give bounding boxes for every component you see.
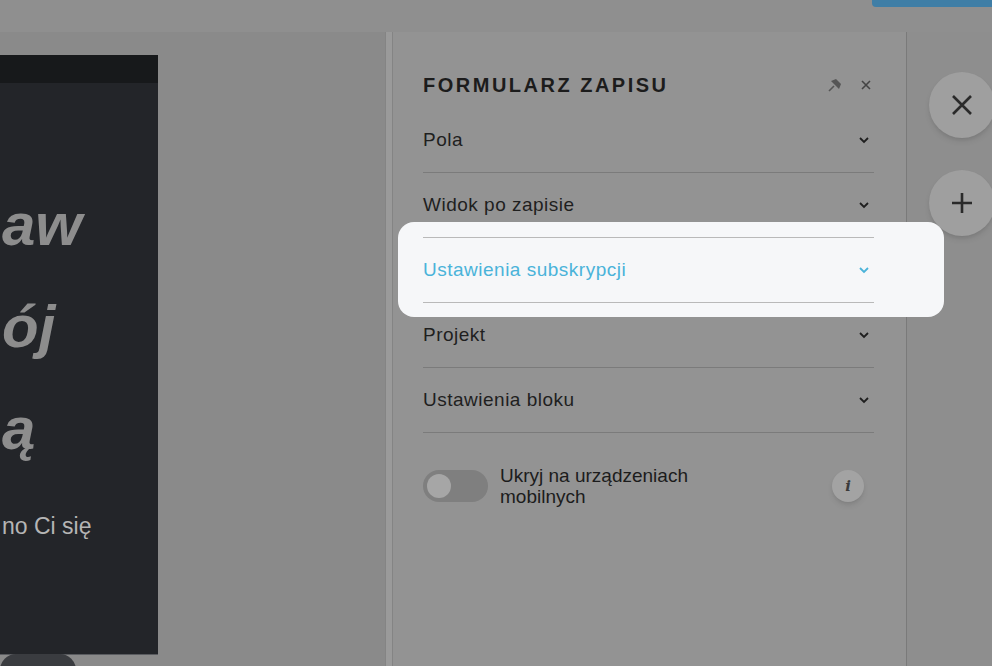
info-button[interactable]: i xyxy=(832,470,864,502)
toggle[interactable] xyxy=(423,470,488,502)
section-row[interactable]: Ustawienia subskrypcji xyxy=(423,237,874,303)
toggle-row: Ukryj na urządzeniach mobilnych i xyxy=(423,465,874,507)
hero-card[interactable]: aw ój ą no Ci się xyxy=(0,55,158,655)
cta-button[interactable] xyxy=(0,654,76,666)
chevron-icon xyxy=(858,396,870,404)
section-row[interactable]: Pola xyxy=(423,108,874,173)
close-icon xyxy=(860,79,872,91)
top-bar xyxy=(0,0,992,32)
publish-button[interactable] xyxy=(872,0,992,7)
settings-panel: FORMULARZ ZAPISUPolaWidok po zapisieUsta… xyxy=(393,32,906,666)
toggle-label: Ukryj na urządzeniach mobilnych xyxy=(500,465,750,507)
scrollbar[interactable] xyxy=(385,32,393,666)
plus-icon xyxy=(951,192,973,214)
pin-icon xyxy=(828,78,842,92)
heading-line: ą xyxy=(2,395,158,463)
section-row[interactable]: Ustawienia bloku xyxy=(423,368,874,433)
canvas: aw ój ą no Ci się xyxy=(0,32,385,666)
chevron-icon xyxy=(858,331,870,339)
highlight: Ustawienia subskrypcji xyxy=(398,222,944,317)
chevron-icon xyxy=(858,136,870,144)
panel-title: FORMULARZ ZAPISU xyxy=(423,70,669,100)
subtext: no Ci się xyxy=(0,511,158,541)
close-button[interactable] xyxy=(929,72,992,138)
heading-line: aw xyxy=(2,191,158,259)
heading-line: ój xyxy=(2,293,158,361)
chevron-icon xyxy=(858,201,870,209)
chevron-icon xyxy=(858,266,870,274)
right-toolbar xyxy=(906,32,992,666)
close-icon xyxy=(951,94,973,116)
